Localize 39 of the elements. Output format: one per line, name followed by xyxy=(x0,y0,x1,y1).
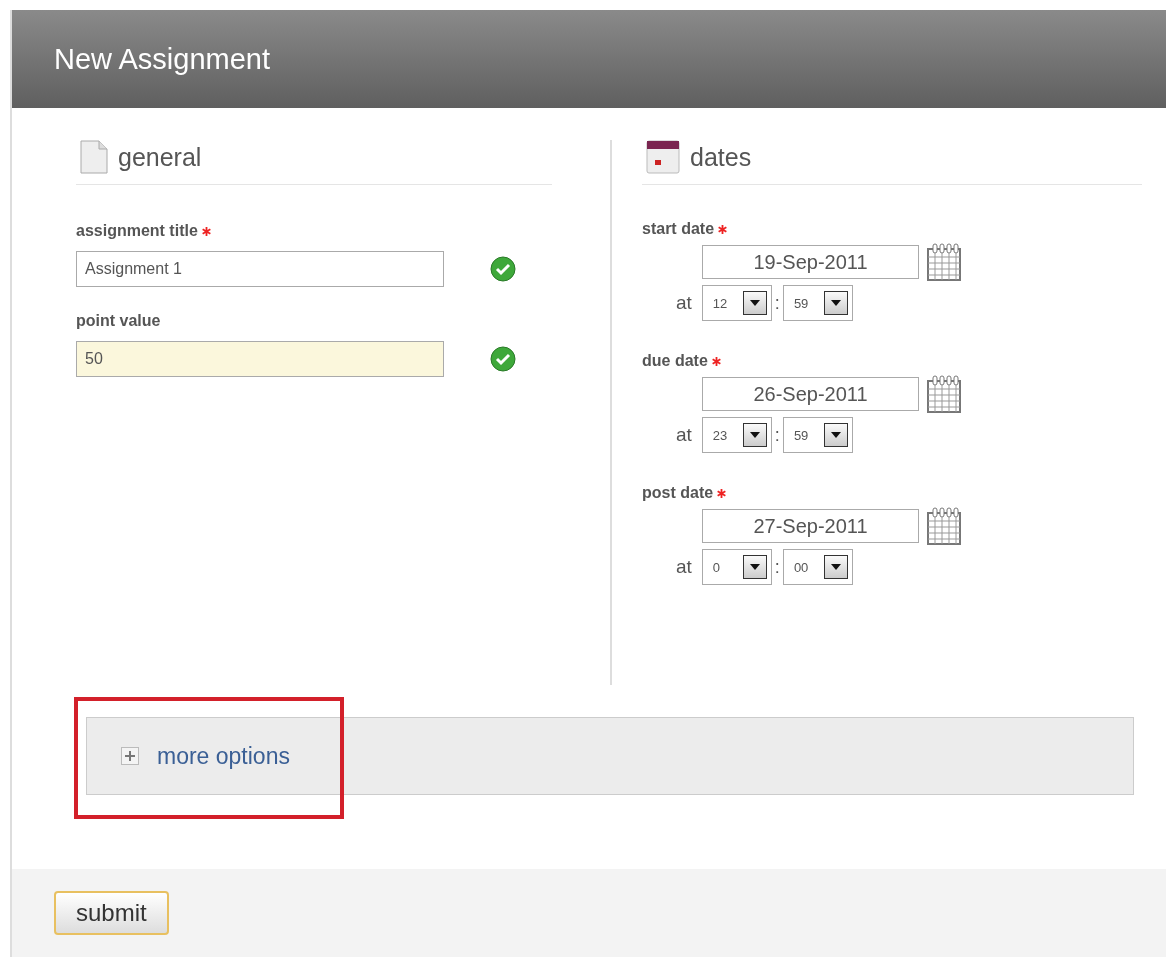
time-separator: : xyxy=(774,556,780,578)
time-dropdown[interactable]: 23 xyxy=(701,417,772,453)
caret-icon xyxy=(749,564,760,570)
section-heading: general xyxy=(118,142,202,172)
more-options-link[interactable]: more options xyxy=(157,742,290,770)
caret-icon xyxy=(830,432,841,438)
time-dropdown[interactable]: 59 xyxy=(782,417,853,453)
input-field[interactable]: Assignment 1 xyxy=(76,251,444,287)
date-field[interactable]: 26-Sep-2011 xyxy=(702,377,919,411)
calendar-icon[interactable] xyxy=(927,243,961,281)
time-dropdown[interactable]: 0 xyxy=(701,549,772,585)
caret-icon xyxy=(749,300,760,306)
at-label: at xyxy=(676,424,692,446)
caret-icon xyxy=(830,300,841,306)
section-heading: dates xyxy=(690,142,752,172)
calendar-icon[interactable] xyxy=(927,375,961,413)
date-field[interactable]: 27-Sep-2011 xyxy=(702,509,919,543)
at-label: at xyxy=(676,292,692,314)
time-dropdown[interactable]: 00 xyxy=(782,549,853,585)
caret-icon xyxy=(830,564,841,570)
time-dropdown[interactable]: 12 xyxy=(701,285,772,321)
field-label: point value xyxy=(76,312,161,330)
input-field[interactable]: 50 xyxy=(76,341,444,377)
field-label: assignment title xyxy=(76,222,198,240)
date-field[interactable]: 19-Sep-2011 xyxy=(702,245,919,279)
window-title: New Assignment xyxy=(54,42,270,76)
at-label: at xyxy=(676,556,692,578)
document-icon xyxy=(80,140,108,174)
time-dropdown[interactable]: 59 xyxy=(782,285,853,321)
field-label: due date xyxy=(642,352,708,370)
plus-icon[interactable] xyxy=(121,747,139,765)
time-separator: : xyxy=(774,292,780,314)
caret-icon xyxy=(749,432,760,438)
time-separator: : xyxy=(774,424,780,446)
field-label: post date xyxy=(642,484,714,502)
calendar-icon[interactable] xyxy=(927,507,961,545)
submit-button[interactable]: submit xyxy=(54,891,169,935)
field-label: start date xyxy=(642,220,715,238)
calendar-icon xyxy=(646,140,680,174)
